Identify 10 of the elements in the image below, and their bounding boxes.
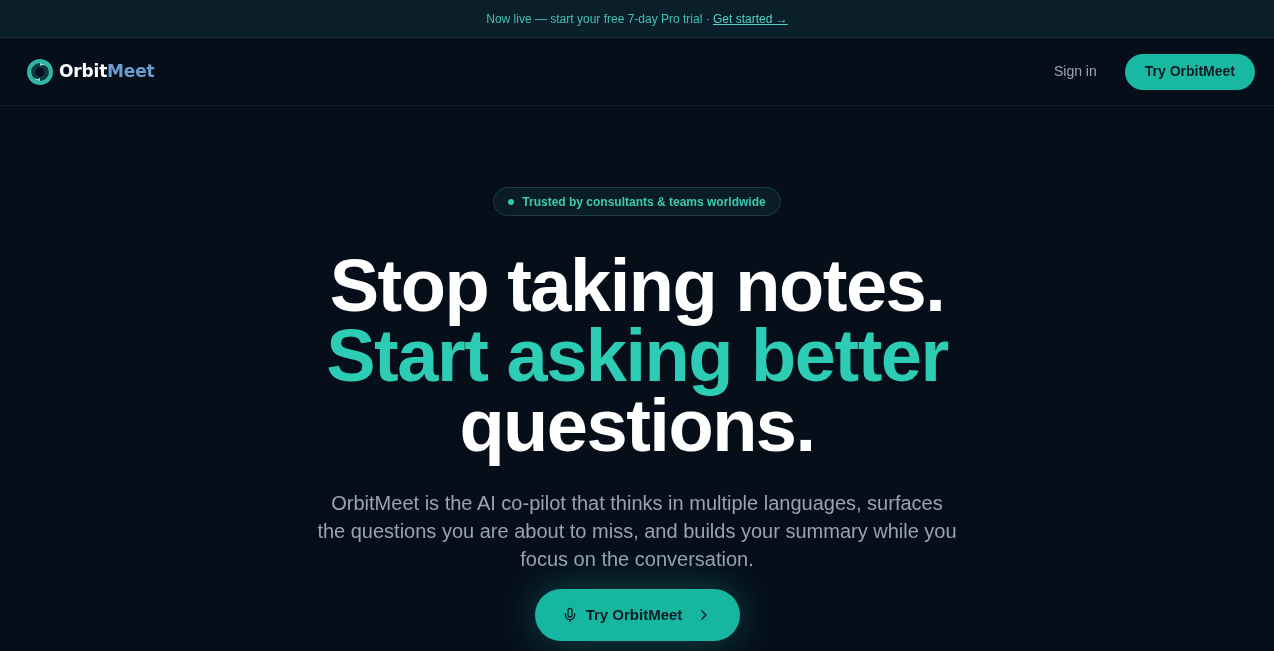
get-started-link[interactable]: Get started →: [713, 11, 788, 26]
hero-description: OrbitMeet is the AI co-pilot that thinks in multiple languages, surfaces the questions you are about to miss, and builds your summary while you focus on the conversation.: [316, 491, 958, 572]
try-orbitmeet-button[interactable]: Try OrbitMeet: [534, 589, 740, 641]
status-dot-icon: [508, 198, 515, 205]
badge-text: Trusted by consultants & teams worldwide: [522, 193, 766, 211]
try-button[interactable]: Try OrbitMeet: [1124, 53, 1255, 90]
announcement-text: Now live — start your free 7-day Pro trial · Get started →: [486, 10, 788, 28]
brand-name[interactable]: OrbitMeet: [59, 58, 155, 85]
swirl-logo-icon: [27, 58, 53, 85]
sign-in-link[interactable]: Sign in: [1053, 61, 1097, 82]
